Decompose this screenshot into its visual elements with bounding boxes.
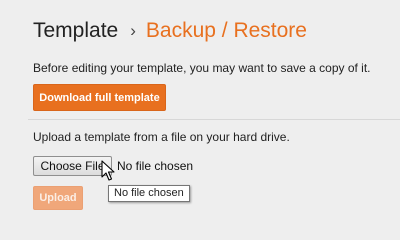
breadcrumb-template[interactable]: Template (33, 19, 118, 42)
upload-description: Upload a template from a file on your ha… (33, 130, 290, 144)
download-template-button[interactable]: Download full template (33, 84, 166, 111)
page-header: Template › Backup / Restore (33, 18, 307, 45)
file-tooltip: No file chosen (108, 185, 190, 202)
breadcrumb-separator-icon: › (130, 21, 136, 40)
page-title: Backup / Restore (145, 19, 307, 42)
section-divider (28, 119, 400, 120)
arrow-cursor-icon (101, 160, 115, 181)
backup-description: Before editing your template, you may wa… (33, 61, 371, 75)
upload-button[interactable]: Upload (33, 186, 83, 210)
file-status-text: No file chosen (117, 159, 194, 173)
